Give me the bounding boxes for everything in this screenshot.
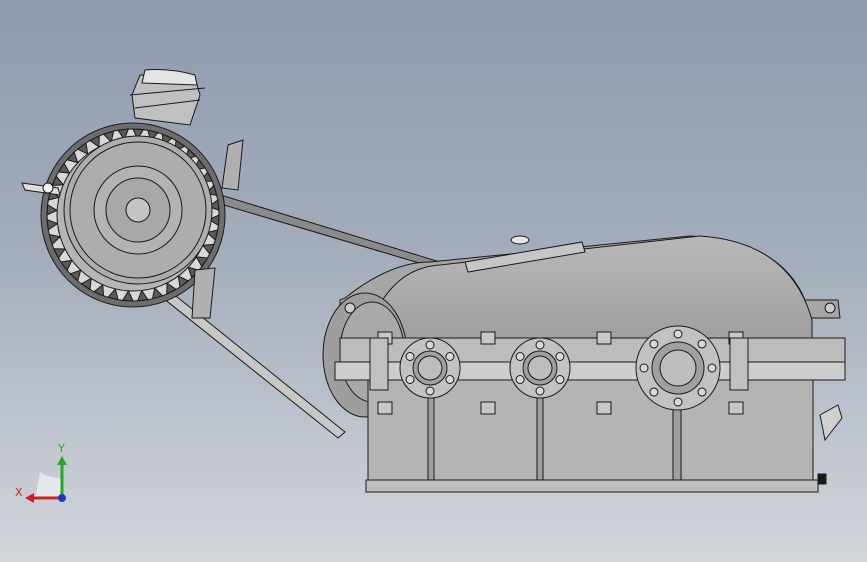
flange-bolt-hole [405, 352, 415, 361]
x-axis-arrow [25, 493, 34, 503]
mount-foot-top [221, 139, 244, 191]
flange-bolt-hole [649, 339, 659, 349]
hex-nut [377, 401, 393, 415]
flange-bolt-hole [673, 329, 683, 339]
graphics-viewport[interactable]: Y X [0, 0, 867, 562]
motor[interactable] [21, 69, 244, 319]
base-plate [365, 479, 819, 493]
hex-nut [728, 401, 744, 415]
flange-bolt-hole [639, 363, 649, 373]
y-axis-arrow [57, 456, 67, 465]
breather-cap [510, 235, 530, 245]
hex-nut [596, 331, 612, 345]
flange-bolt-hole [697, 339, 707, 349]
flange-bolt-hole [445, 352, 455, 361]
flange-bolt-hole [405, 375, 415, 384]
hex-nut [480, 401, 496, 415]
flange-bolt-hole [515, 352, 525, 361]
flange-bolt-hole [555, 375, 565, 384]
flange-bolt-hole [535, 340, 545, 350]
flange-bolt-hole [649, 387, 659, 397]
shaft-flange-3 [635, 325, 721, 411]
flange-bolt-hole [445, 375, 455, 384]
hex-nut [480, 331, 496, 345]
z-axis-point [58, 494, 66, 502]
flange-bolt-hole [673, 397, 683, 407]
flange-bolt-hole [425, 386, 435, 396]
pulley-bore [125, 197, 151, 223]
triad-plane [35, 472, 62, 500]
flange-bolt-hole [697, 387, 707, 397]
flange-bolt-hole [515, 375, 525, 384]
flange-bolt-hole [535, 386, 545, 396]
mount-foot-bottom [191, 267, 216, 319]
cad-model-view[interactable] [0, 0, 867, 562]
flange-bolt-hole [555, 352, 565, 361]
axis-triad [25, 456, 67, 503]
gearbox-housing[interactable] [322, 235, 846, 493]
x-axis-label: X [15, 486, 23, 499]
flange-bolt-hole [425, 340, 435, 350]
hex-nut [596, 401, 612, 415]
flange-bolt-hole [707, 363, 717, 373]
y-axis-label: Y [58, 442, 65, 455]
oil-drain-plug [819, 404, 843, 442]
